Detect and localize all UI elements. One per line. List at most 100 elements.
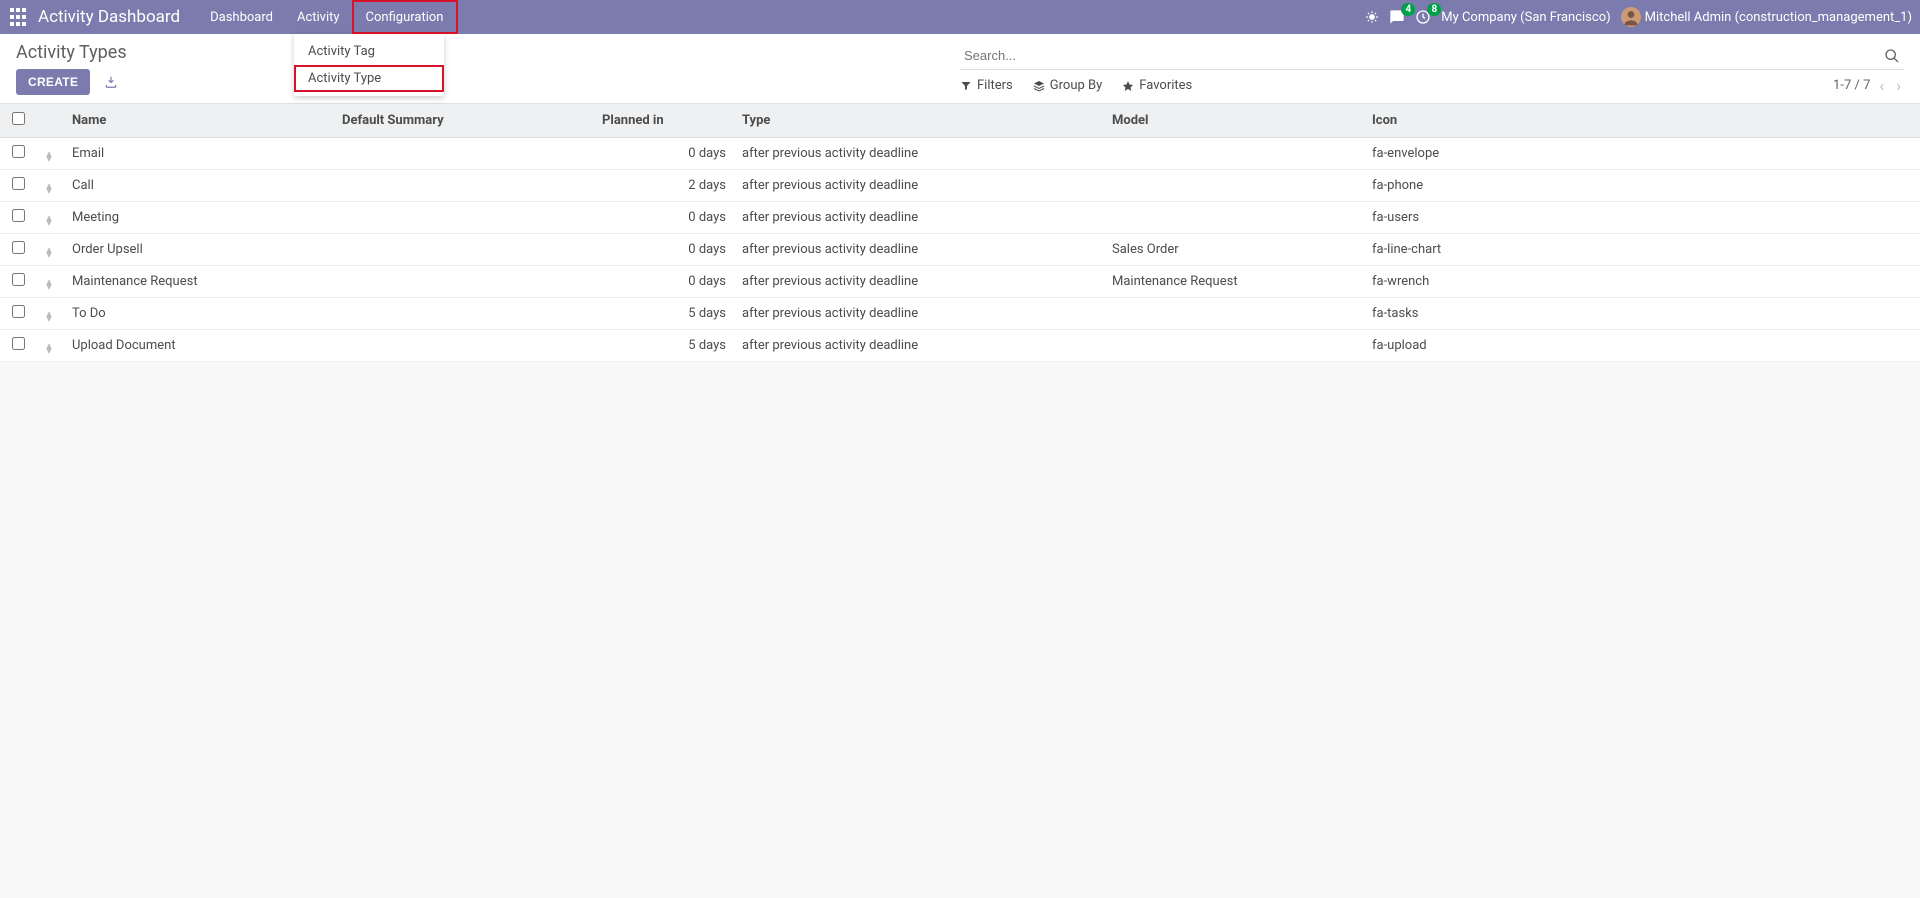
- cell-type: after previous activity deadline: [732, 202, 1102, 234]
- groupby-button[interactable]: Group By: [1033, 78, 1103, 93]
- row-checkbox[interactable]: [12, 337, 25, 350]
- create-button[interactable]: CREATE: [16, 69, 90, 95]
- row-checkbox[interactable]: [12, 241, 25, 254]
- col-name[interactable]: Name: [62, 104, 332, 138]
- cell-planned: 0 days: [592, 138, 732, 170]
- cell-summary: [332, 138, 592, 170]
- cell-name: Email: [62, 138, 332, 170]
- star-icon: [1122, 80, 1134, 92]
- company-switcher[interactable]: My Company (San Francisco): [1441, 10, 1610, 25]
- messages-badge: 4: [1401, 3, 1415, 16]
- search-icon[interactable]: [1880, 44, 1904, 68]
- cell-type: after previous activity deadline: [732, 266, 1102, 298]
- cell-type: after previous activity deadline: [732, 138, 1102, 170]
- row-checkbox[interactable]: [12, 145, 25, 158]
- pager-next[interactable]: ›: [1893, 76, 1904, 95]
- cell-icon: fa-line-chart: [1362, 234, 1920, 266]
- cell-icon: fa-users: [1362, 202, 1920, 234]
- cell-summary: [332, 298, 592, 330]
- cell-planned: 5 days: [592, 298, 732, 330]
- import-button[interactable]: [98, 71, 124, 93]
- cell-planned: 0 days: [592, 234, 732, 266]
- pager-prev[interactable]: ‹: [1876, 76, 1887, 95]
- favorites-button[interactable]: Favorites: [1122, 78, 1192, 93]
- col-model[interactable]: Model: [1102, 104, 1362, 138]
- funnel-icon: [960, 80, 972, 92]
- debug-icon[interactable]: [1365, 10, 1379, 24]
- filters-button[interactable]: Filters: [960, 78, 1013, 93]
- row-checkbox[interactable]: [12, 209, 25, 222]
- user-name: Mitchell Admin (construction_management_…: [1645, 10, 1912, 25]
- cell-planned: 5 days: [592, 330, 732, 362]
- cell-planned: 0 days: [592, 266, 732, 298]
- layers-icon: [1033, 80, 1045, 92]
- app-brand[interactable]: Activity Dashboard: [38, 7, 180, 27]
- table-row[interactable]: ▴▾ Order Upsell 0 daysafter previous activ…: [0, 234, 1920, 266]
- cell-name: Meeting: [62, 202, 332, 234]
- table-row[interactable]: ▴▾ To Do 5 daysafter previous activity dea…: [0, 298, 1920, 330]
- user-menu[interactable]: Mitchell Admin (construction_management_…: [1621, 7, 1912, 27]
- col-type[interactable]: Type: [732, 104, 1102, 138]
- dropdown-activity-tag[interactable]: Activity Tag: [294, 38, 444, 65]
- list-view: Name Default Summary Planned in Type Mod…: [0, 104, 1920, 362]
- drag-handle-icon[interactable]: ▴▾: [46, 215, 52, 225]
- nav-configuration[interactable]: Configuration: [352, 0, 458, 34]
- breadcrumb: Activity Types: [16, 42, 960, 63]
- cell-type: after previous activity deadline: [732, 234, 1102, 266]
- cell-summary: [332, 266, 592, 298]
- top-navbar: Activity Dashboard Dashboard Activity Co…: [0, 0, 1920, 34]
- nav-dashboard[interactable]: Dashboard: [198, 0, 285, 34]
- table-row[interactable]: ▴▾ Call 2 daysafter previous activity dead…: [0, 170, 1920, 202]
- table-row[interactable]: ▴▾ Meeting 0 daysafter previous activity d…: [0, 202, 1920, 234]
- cell-name: Call: [62, 170, 332, 202]
- table-row[interactable]: ▴▾ Upload Document 5 daysafter previous ac…: [0, 330, 1920, 362]
- dropdown-activity-type[interactable]: Activity Type: [294, 65, 444, 92]
- drag-handle-icon[interactable]: ▴▾: [46, 151, 52, 161]
- cell-name: Order Upsell: [62, 234, 332, 266]
- cell-summary: [332, 234, 592, 266]
- drag-handle-icon[interactable]: ▴▾: [46, 183, 52, 193]
- cell-planned: 0 days: [592, 202, 732, 234]
- cell-type: after previous activity deadline: [732, 170, 1102, 202]
- row-checkbox[interactable]: [12, 305, 25, 318]
- cell-type: after previous activity deadline: [732, 298, 1102, 330]
- drag-handle-icon[interactable]: ▴▾: [46, 247, 52, 257]
- cell-summary: [332, 170, 592, 202]
- avatar: [1621, 7, 1641, 27]
- col-icon[interactable]: Icon: [1362, 104, 1920, 138]
- search-input[interactable]: [960, 42, 1880, 69]
- cell-model: Sales Order: [1102, 234, 1362, 266]
- row-checkbox[interactable]: [12, 177, 25, 190]
- table-row[interactable]: ▴▾ Email 0 daysafter previous activity dea…: [0, 138, 1920, 170]
- drag-handle-icon[interactable]: ▴▾: [46, 279, 52, 289]
- cell-name: To Do: [62, 298, 332, 330]
- pager-range[interactable]: 1-7 / 7: [1833, 78, 1870, 93]
- col-planned[interactable]: Planned in: [592, 104, 732, 138]
- cell-model: [1102, 138, 1362, 170]
- cell-model: [1102, 330, 1362, 362]
- activities-icon[interactable]: 8: [1415, 9, 1431, 25]
- row-checkbox[interactable]: [12, 273, 25, 286]
- cell-model: [1102, 298, 1362, 330]
- cell-type: after previous activity deadline: [732, 330, 1102, 362]
- messages-icon[interactable]: 4: [1389, 9, 1405, 25]
- table-row[interactable]: ▴▾ Maintenance Request 0 daysafter previou…: [0, 266, 1920, 298]
- cell-model: [1102, 202, 1362, 234]
- apps-icon[interactable]: [8, 7, 28, 27]
- cell-planned: 2 days: [592, 170, 732, 202]
- cell-name: Upload Document: [62, 330, 332, 362]
- cell-icon: fa-envelope: [1362, 138, 1920, 170]
- activities-badge: 8: [1427, 3, 1441, 16]
- col-summary[interactable]: Default Summary: [332, 104, 592, 138]
- nav-links: Dashboard Activity Configuration: [198, 0, 457, 34]
- select-all-checkbox[interactable]: [12, 112, 25, 125]
- drag-handle-icon[interactable]: ▴▾: [46, 311, 52, 321]
- pager: 1-7 / 7 ‹ ›: [1833, 76, 1904, 95]
- cell-icon: fa-phone: [1362, 170, 1920, 202]
- cell-model: Maintenance Request: [1102, 266, 1362, 298]
- cell-icon: fa-wrench: [1362, 266, 1920, 298]
- control-panel: Activity Types CREATE Filters: [0, 34, 1920, 104]
- drag-handle-icon[interactable]: ▴▾: [46, 343, 52, 353]
- cell-summary: [332, 202, 592, 234]
- nav-activity[interactable]: Activity: [285, 0, 352, 34]
